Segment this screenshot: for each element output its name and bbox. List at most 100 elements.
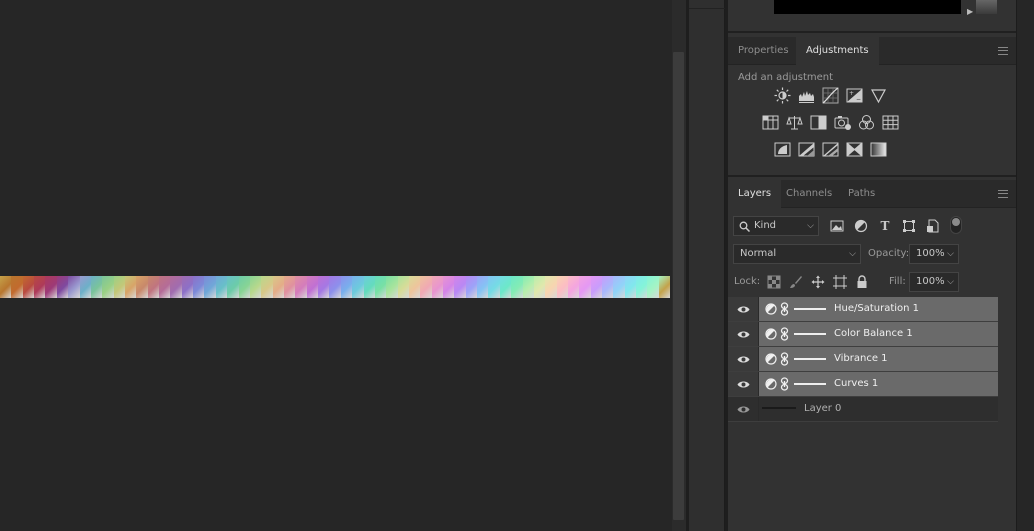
opacity-label: Opacity: <box>868 248 910 259</box>
layer-row[interactable]: Curves 1 <box>728 372 998 397</box>
visibility-eye-icon[interactable] <box>728 397 759 421</box>
black-white-icon[interactable] <box>810 114 827 131</box>
layer-name[interactable]: Color Balance 1 <box>834 322 913 346</box>
layer-row[interactable]: Vibrance 1 <box>728 347 998 372</box>
fill-label: Fill: <box>889 276 906 287</box>
layer-name[interactable]: Curves 1 <box>834 372 878 396</box>
filter-shape-icon[interactable] <box>901 218 917 234</box>
gradient-swatch <box>454 276 466 298</box>
gradient-swatch <box>22 276 35 298</box>
zoom-slider-handle[interactable] <box>976 0 997 14</box>
panel-menu-icon[interactable] <box>998 47 1008 55</box>
posterize-icon[interactable] <box>798 141 815 158</box>
gradient-swatch <box>522 276 534 298</box>
threshold-icon[interactable] <box>822 141 839 158</box>
gradient-swatch <box>602 276 614 298</box>
brightness-contrast-icon[interactable] <box>774 87 791 104</box>
exposure-icon[interactable]: + − <box>846 87 863 104</box>
gradient-swatch <box>306 276 319 298</box>
visibility-eye-icon[interactable] <box>728 297 759 321</box>
layer-name[interactable]: Layer 0 <box>804 397 841 421</box>
color-lookup-icon[interactable] <box>882 114 899 131</box>
lock-artboard-icon[interactable] <box>832 274 848 290</box>
gradient-swatch <box>386 276 398 298</box>
channel-mixer-icon[interactable] <box>858 114 875 131</box>
levels-icon[interactable] <box>798 87 815 104</box>
gradient-swatch <box>567 276 580 298</box>
navigator-panel: ▶ <box>728 0 1016 33</box>
lock-label: Lock: <box>734 276 761 287</box>
panel-menu-icon[interactable] <box>998 190 1008 198</box>
gradient-swatch <box>318 276 330 298</box>
curves-icon[interactable] <box>822 87 839 104</box>
link-icon[interactable] <box>780 377 789 391</box>
fill-value: 100% <box>916 276 945 287</box>
selective-color-icon[interactable] <box>846 141 863 158</box>
photo-filter-icon[interactable] <box>834 114 851 131</box>
layer-row[interactable]: Layer 0 <box>728 397 998 422</box>
layer-filter-kind-select[interactable]: Kind ⌵ <box>733 216 819 236</box>
layer-list: Hue/Saturation 1 Color Balance 1 Vibranc… <box>728 297 998 422</box>
link-icon[interactable] <box>780 327 789 341</box>
navigator-preview[interactable] <box>774 0 961 14</box>
layer-row[interactable]: Hue/Saturation 1 <box>728 297 998 322</box>
layer-row[interactable]: Color Balance 1 <box>728 322 998 347</box>
scrollbar-thumb[interactable] <box>673 52 684 520</box>
visibility-eye-icon[interactable] <box>728 372 759 396</box>
gradient-swatch <box>204 276 216 298</box>
filter-kind-label: Kind <box>754 220 777 231</box>
tab-paths[interactable]: Paths <box>838 180 885 208</box>
fill-input[interactable]: 100% ⌵ <box>909 272 959 292</box>
gradient-swatch <box>624 276 637 298</box>
lock-image-pixels-icon[interactable] <box>788 274 804 290</box>
layer-mask-thumbnail[interactable] <box>794 333 826 335</box>
link-icon[interactable] <box>780 302 789 316</box>
svg-text:+: + <box>849 90 854 97</box>
gradient-swatch <box>34 276 46 298</box>
lock-position-icon[interactable] <box>810 274 826 290</box>
collapsed-panel-column <box>689 0 725 531</box>
gradient-swatch <box>499 276 512 298</box>
layer-name[interactable]: Hue/Saturation 1 <box>834 297 919 321</box>
gradient-swatch <box>511 276 523 298</box>
gradient-swatch <box>227 276 239 298</box>
layer-mask-thumbnail[interactable] <box>794 358 826 360</box>
lock-all-icon[interactable] <box>854 274 870 290</box>
visibility-eye-icon[interactable] <box>728 347 759 371</box>
lock-transparent-pixels-icon[interactable] <box>766 274 782 290</box>
gradient-map-icon[interactable] <box>870 141 887 158</box>
layer-name[interactable]: Vibrance 1 <box>834 347 888 371</box>
filter-toggle-switch[interactable] <box>950 216 962 234</box>
gradient-swatch <box>45 276 57 298</box>
zoom-out-icon[interactable]: ▶ <box>967 7 976 17</box>
tab-layers[interactable]: Layers <box>728 180 782 208</box>
invert-icon[interactable] <box>774 141 791 158</box>
layer-thumbnail[interactable] <box>762 407 796 409</box>
add-adjustment-hint: Add an adjustment <box>738 72 834 83</box>
adjustments-panel: Properties Adjustments Add an adjustment… <box>728 37 1016 177</box>
chevron-down-icon: ⌵ <box>849 249 856 259</box>
tab-properties[interactable]: Properties <box>728 37 799 65</box>
blend-mode-select[interactable]: Normal ⌵ <box>733 244 861 264</box>
vibrance-icon[interactable] <box>870 87 887 104</box>
document-canvas[interactable] <box>0 0 672 531</box>
canvas-vertical-scrollbar[interactable] <box>672 0 686 531</box>
link-icon[interactable] <box>780 352 789 366</box>
color-balance-icon[interactable] <box>786 114 803 131</box>
gradient-swatch <box>613 276 625 298</box>
gradient-swatch <box>0 276 12 298</box>
layer-mask-thumbnail[interactable] <box>794 308 826 310</box>
filter-adjustment-icon[interactable] <box>853 218 869 234</box>
layer-mask-thumbnail[interactable] <box>794 383 826 385</box>
tab-channels[interactable]: Channels <box>776 180 842 208</box>
filter-smart-object-icon[interactable] <box>925 218 941 234</box>
filter-type-icon[interactable]: T <box>877 218 893 234</box>
visibility-eye-icon[interactable] <box>728 322 759 346</box>
adjustment-layer-icon <box>765 378 777 390</box>
right-panel-dock: ▶ Properties Adjustments Add an adjustme… <box>728 0 1016 531</box>
hue-saturation-icon[interactable] <box>762 114 779 131</box>
gradient-strip-image <box>0 276 671 298</box>
filter-pixel-icon[interactable] <box>829 218 845 234</box>
tab-adjustments[interactable]: Adjustments <box>796 37 879 65</box>
opacity-input[interactable]: 100% ⌵ <box>909 244 959 264</box>
